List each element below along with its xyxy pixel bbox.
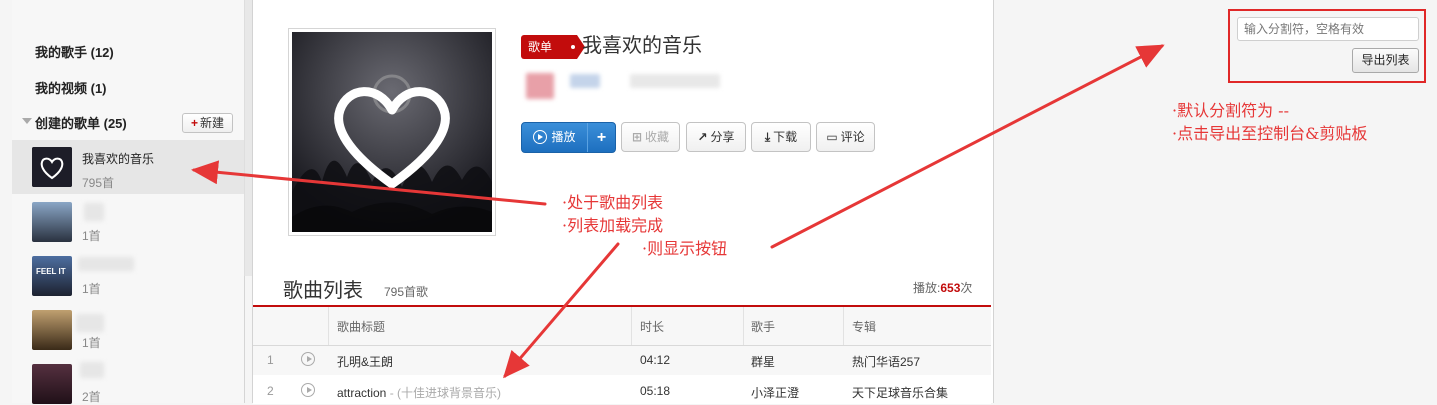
playlist-item-name-blurred: [84, 203, 104, 221]
song-list-count: 795首歌: [384, 285, 429, 299]
song-album[interactable]: 热门华语257: [852, 353, 920, 370]
playlist-tag-label: 歌单: [528, 40, 553, 54]
download-button[interactable]: ⤓ 下载: [751, 122, 811, 152]
annotation-line: ·列表加载完成: [562, 216, 664, 235]
comment-label: 评论: [840, 130, 865, 144]
play-song-icon[interactable]: [301, 352, 315, 366]
sidebar-my-singers[interactable]: 我的歌手 (12): [35, 42, 114, 61]
playlist-thumb: [32, 147, 72, 187]
song-title[interactable]: attraction: [337, 386, 386, 400]
playlist-item-count: 2首: [82, 390, 101, 404]
playlist-item-name-blurred: [78, 257, 134, 271]
playlist-item-count: 1首: [82, 229, 101, 243]
song-duration: 05:18: [640, 384, 671, 398]
playlist-item-name: 我喜欢的音乐: [82, 152, 155, 166]
header-artist[interactable]: 歌手: [751, 318, 775, 335]
playlist-title: 我喜欢的音乐: [582, 35, 702, 57]
annotation-line: ·点击导出至控制台&剪贴板: [1172, 124, 1368, 143]
song-artist[interactable]: 小泽正澄: [751, 384, 799, 401]
play-song-icon[interactable]: [301, 383, 315, 397]
play-button[interactable]: 播放 +: [521, 122, 616, 153]
column-divider: [328, 307, 329, 345]
song-list-title: 歌曲列表: [283, 280, 363, 302]
column-divider: [631, 307, 632, 345]
play-main[interactable]: 播放: [522, 123, 588, 152]
comment-icon: ▭: [826, 130, 838, 144]
tag-dot-icon: [571, 45, 575, 49]
share-icon: ↗: [697, 130, 708, 144]
playlist-item-count: 795首: [82, 176, 115, 190]
sidebar-created-playlists[interactable]: 创建的歌单 (25): [35, 113, 127, 132]
playlist-thumb[interactable]: [32, 364, 72, 404]
song-number: 2: [267, 384, 274, 398]
create-date-blurred: [630, 74, 720, 88]
collect-button[interactable]: ⊞ 收藏: [621, 122, 680, 152]
song-duration: 04:12: [640, 353, 671, 367]
header-title[interactable]: 歌曲标题: [337, 318, 385, 335]
share-button[interactable]: ↗ 分享: [686, 122, 746, 152]
playlist-thumb[interactable]: [32, 202, 72, 242]
add-to-queue-button[interactable]: +: [588, 123, 615, 152]
creator-avatar[interactable]: [526, 73, 554, 99]
comment-button[interactable]: ▭ 评论: [816, 122, 875, 152]
plus-icon: +: [190, 116, 198, 130]
play-count-value: 653: [940, 281, 961, 295]
collapse-arrow-icon[interactable]: [22, 118, 32, 124]
playlist-item-count: 1首: [82, 282, 101, 296]
playlist-item-name-blurred: [76, 314, 104, 332]
playlist-thumb[interactable]: FEEL IT: [32, 256, 72, 296]
column-divider: [743, 307, 744, 345]
sidebar-my-videos[interactable]: 我的视频 (1): [35, 78, 107, 97]
playlist-item-count: 1首: [82, 336, 101, 350]
play-count-unit: 次: [960, 281, 973, 295]
new-playlist-button[interactable]: + 新建: [182, 113, 233, 133]
play-count-stat: 播放:653次: [913, 279, 972, 296]
header-duration[interactable]: 时长: [640, 318, 664, 335]
playlist-item-name-blurred: [80, 362, 104, 378]
separator-input[interactable]: [1237, 17, 1419, 41]
new-playlist-label: 新建: [200, 116, 225, 130]
folder-plus-icon: ⊞: [631, 130, 643, 144]
play-label: 播放: [551, 130, 576, 144]
playlist-tag: 歌单: [521, 35, 585, 59]
song-artist[interactable]: 群星: [751, 353, 775, 370]
annotation-line: ·处于歌曲列表: [562, 193, 664, 212]
header-album[interactable]: 专辑: [852, 318, 876, 335]
export-list-button[interactable]: 导出列表: [1352, 48, 1419, 73]
download-icon: ⤓: [764, 130, 771, 144]
playlist-cover: [292, 32, 492, 232]
heart-icon: [292, 32, 492, 232]
annotation-line: ·默认分割符为 --: [1172, 101, 1289, 120]
column-divider: [843, 307, 844, 345]
song-album[interactable]: 天下足球音乐合集: [852, 384, 948, 401]
share-label: 分享: [710, 130, 735, 144]
heart-icon: [32, 147, 72, 187]
playlist-thumb[interactable]: [32, 310, 72, 350]
song-title-group[interactable]: attraction - (十佳进球背景音乐): [337, 384, 501, 401]
annotation-line: ·则显示按钮: [642, 239, 728, 258]
song-number: 1: [267, 353, 274, 367]
play-circle-icon: [533, 130, 548, 144]
creator-name-blurred[interactable]: [570, 74, 600, 88]
play-count-label: 播放:: [913, 281, 941, 295]
collect-label: 收藏: [645, 130, 670, 144]
song-title[interactable]: 孔明&王朗: [337, 353, 393, 370]
song-subtitle: - (十佳进球背景音乐): [386, 386, 502, 400]
download-label: 下载: [773, 130, 798, 144]
